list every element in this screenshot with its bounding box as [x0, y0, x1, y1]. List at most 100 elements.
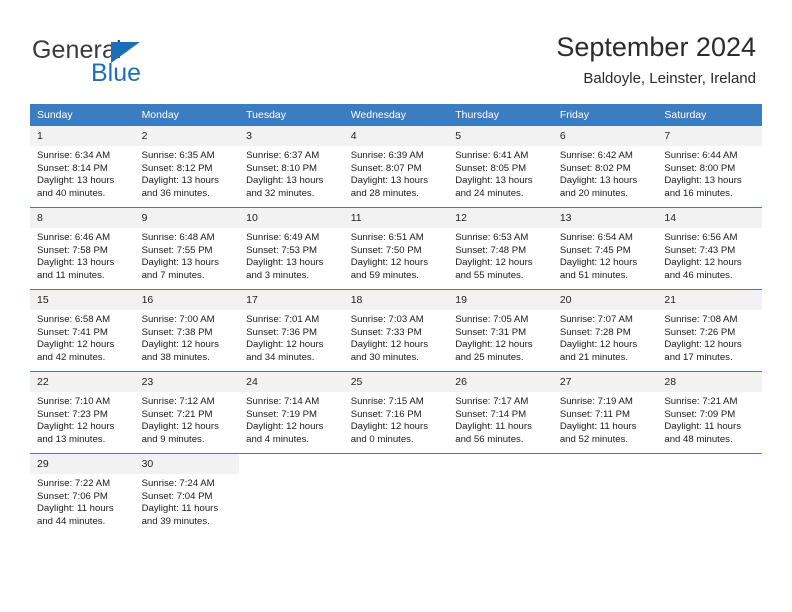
calendar-day-cell[interactable]: 3 Sunrise: 6:37 AM Sunset: 8:10 PM Daylight… [239, 126, 344, 208]
calendar-day-cell[interactable]: 24 Sunrise: 7:14 AM Sunset: 7:19 PM Dayligh… [239, 371, 344, 454]
sunrise-text: Sunrise: 6:37 AM [246, 150, 320, 161]
calendar-header-row: Sunday Monday Tuesday Wednesday Thursday… [30, 104, 762, 126]
calendar-day-cell[interactable]: 8 Sunrise: 6:46 AM Sunset: 7:58 PM Daylight… [30, 207, 135, 290]
sunset-text: Sunset: 7:09 PM [664, 408, 736, 420]
day-number: 21 [657, 290, 762, 310]
daylight-text-line2: and 7 minutes. [141, 269, 205, 281]
sunset-text: Sunset: 8:05 PM [455, 162, 527, 174]
day-number: 27 [552, 372, 658, 392]
daylight-text-line2: and 40 minutes. [37, 187, 106, 199]
day-number: 1 [30, 126, 135, 146]
day-details: Sunrise: 6:39 AM Sunset: 8:07 PM Daylight:… [344, 146, 449, 200]
calendar-day-cell-empty [239, 453, 344, 535]
daylight-text-line1: Daylight: 12 hours [455, 339, 533, 351]
day-number: 9 [134, 208, 240, 228]
day-details: Sunrise: 7:17 AM Sunset: 7:14 PM Daylight:… [448, 392, 553, 446]
calendar-day-cell[interactable]: 7 Sunrise: 6:44 AM Sunset: 8:00 PM Daylight… [657, 126, 762, 208]
day-number [239, 454, 344, 474]
weekday-header-sunday: Sunday [30, 104, 135, 126]
calendar-day-cell[interactable]: 22 Sunrise: 7:10 AM Sunset: 7:23 PM Dayligh… [30, 371, 135, 454]
calendar-day-cell[interactable]: 2 Sunrise: 6:35 AM Sunset: 8:12 PM Daylight… [134, 126, 240, 208]
day-number: 18 [343, 290, 449, 310]
day-details: Sunrise: 7:05 AM Sunset: 7:31 PM Daylight:… [448, 310, 553, 364]
calendar-week-row: 29 Sunrise: 7:22 AM Sunset: 7:06 PM Dayligh… [30, 453, 762, 535]
calendar-day-cell[interactable]: 11 Sunrise: 6:51 AM Sunset: 7:50 PM Dayligh… [343, 207, 449, 290]
calendar-day-cell[interactable]: 23 Sunrise: 7:12 AM Sunset: 7:21 PM Dayligh… [134, 371, 240, 454]
calendar-day-cell[interactable]: 29 Sunrise: 7:22 AM Sunset: 7:06 PM Dayligh… [30, 453, 135, 535]
calendar-day-cell[interactable]: 28 Sunrise: 7:21 AM Sunset: 7:09 PM Dayligh… [657, 371, 762, 454]
day-details: Sunrise: 6:35 AM Sunset: 8:12 PM Daylight:… [135, 146, 240, 200]
day-number: 6 [552, 126, 658, 146]
daylight-text-line2: and 24 minutes. [455, 187, 524, 199]
calendar-week-row: 8 Sunrise: 6:46 AM Sunset: 7:58 PM Daylight… [30, 207, 762, 290]
sunrise-text: Sunrise: 7:17 AM [455, 396, 529, 407]
day-number: 26 [448, 372, 553, 392]
calendar-day-cell[interactable]: 30 Sunrise: 7:24 AM Sunset: 7:04 PM Dayligh… [134, 453, 240, 535]
weekday-header-thursday: Thursday [448, 104, 553, 126]
day-number [343, 454, 449, 474]
daylight-text-line2: and 42 minutes. [37, 351, 106, 363]
calendar-day-cell[interactable]: 18 Sunrise: 7:03 AM Sunset: 7:33 PM Dayligh… [343, 289, 449, 372]
calendar-day-cell[interactable]: 16 Sunrise: 7:00 AM Sunset: 7:38 PM Dayligh… [134, 289, 240, 372]
calendar-day-cell[interactable]: 6 Sunrise: 6:42 AM Sunset: 8:02 PM Daylight… [552, 126, 658, 208]
sunrise-text: Sunrise: 6:34 AM [37, 150, 111, 161]
day-details: Sunrise: 6:44 AM Sunset: 8:00 PM Daylight:… [657, 146, 762, 200]
day-details: Sunrise: 6:58 AM Sunset: 7:41 PM Daylight:… [30, 310, 135, 364]
calendar-day-cell[interactable]: 19 Sunrise: 7:05 AM Sunset: 7:31 PM Dayligh… [448, 289, 553, 372]
daylight-text-line1: Daylight: 12 hours [350, 257, 429, 269]
sunrise-text: Sunrise: 6:48 AM [141, 232, 215, 243]
calendar-day-cell-empty [448, 453, 553, 535]
calendar-day-cell[interactable]: 21 Sunrise: 7:08 AM Sunset: 7:26 PM Dayligh… [657, 289, 762, 372]
daylight-text-line1: Daylight: 12 hours [141, 339, 219, 351]
calendar-day-cell[interactable]: 12 Sunrise: 6:53 AM Sunset: 7:48 PM Dayligh… [448, 207, 553, 290]
calendar-day-cell[interactable]: 1 Sunrise: 6:34 AM Sunset: 8:14 PM Daylight… [30, 126, 135, 208]
sunset-text: Sunset: 7:26 PM [664, 326, 736, 338]
sunrise-text: Sunrise: 7:15 AM [350, 396, 424, 407]
daylight-text-line2: and 59 minutes. [350, 269, 419, 281]
calendar-day-cell[interactable]: 13 Sunrise: 6:54 AM Sunset: 7:45 PM Dayligh… [552, 207, 658, 290]
sunrise-text: Sunrise: 7:21 AM [664, 396, 738, 407]
day-details: Sunrise: 7:12 AM Sunset: 7:21 PM Daylight:… [135, 392, 240, 446]
sunset-text: Sunset: 7:04 PM [141, 490, 213, 502]
logo-text-blue: Blue [91, 59, 142, 87]
daylight-text-line2: and 9 minutes. [141, 433, 205, 445]
sunset-text: Sunset: 7:16 PM [350, 408, 422, 420]
calendar-day-cell[interactable]: 14 Sunrise: 6:56 AM Sunset: 7:43 PM Dayligh… [657, 207, 762, 290]
general-blue-logo[interactable]: General Blue [32, 36, 232, 92]
calendar-day-cell[interactable]: 9 Sunrise: 6:48 AM Sunset: 7:55 PM Daylight… [134, 207, 240, 290]
day-number: 25 [343, 372, 449, 392]
day-number: 19 [448, 290, 553, 310]
day-number: 17 [239, 290, 344, 310]
day-number: 12 [448, 208, 553, 228]
calendar-day-cell[interactable]: 10 Sunrise: 6:49 AM Sunset: 7:53 PM Dayligh… [239, 207, 344, 290]
calendar-day-cell[interactable]: 15 Sunrise: 6:58 AM Sunset: 7:41 PM Dayligh… [30, 289, 135, 372]
calendar-day-cell[interactable]: 26 Sunrise: 7:17 AM Sunset: 7:14 PM Dayligh… [448, 371, 553, 454]
daylight-text-line1: Daylight: 11 hours [559, 421, 637, 433]
calendar-day-cell[interactable]: 20 Sunrise: 7:07 AM Sunset: 7:28 PM Dayligh… [552, 289, 658, 372]
calendar-day-cell[interactable]: 5 Sunrise: 6:41 AM Sunset: 8:05 PM Daylight… [448, 126, 553, 208]
daylight-text-line1: Daylight: 11 hours [141, 503, 219, 515]
sunset-text: Sunset: 7:33 PM [350, 326, 422, 338]
daylight-text-line1: Daylight: 13 hours [246, 175, 324, 187]
sunset-text: Sunset: 7:36 PM [246, 326, 318, 338]
calendar-day-cell[interactable]: 25 Sunrise: 7:15 AM Sunset: 7:16 PM Dayligh… [343, 371, 449, 454]
day-details: Sunrise: 7:03 AM Sunset: 7:33 PM Daylight:… [344, 310, 449, 364]
calendar-day-cell[interactable]: 27 Sunrise: 7:19 AM Sunset: 7:11 PM Dayligh… [552, 371, 658, 454]
calendar-day-cell-empty [343, 453, 449, 535]
day-number: 15 [30, 290, 135, 310]
calendar-day-cell[interactable]: 17 Sunrise: 7:01 AM Sunset: 7:36 PM Dayligh… [239, 289, 344, 372]
day-details: Sunrise: 6:34 AM Sunset: 8:14 PM Daylight:… [30, 146, 135, 200]
daylight-text-line2: and 13 minutes. [37, 433, 106, 445]
daylight-text-line1: Daylight: 13 hours [350, 175, 429, 187]
calendar-day-cell[interactable]: 4 Sunrise: 6:39 AM Sunset: 8:07 PM Daylight… [343, 126, 449, 208]
daylight-text-line1: Daylight: 13 hours [455, 175, 533, 187]
sunset-text: Sunset: 8:10 PM [246, 162, 318, 174]
daylight-text-line1: Daylight: 11 hours [664, 421, 741, 433]
day-number: 28 [657, 372, 762, 392]
day-details [239, 474, 344, 478]
day-number: 30 [134, 454, 240, 474]
daylight-text-line2: and 44 minutes. [37, 515, 106, 527]
day-details [553, 474, 658, 478]
day-details: Sunrise: 6:54 AM Sunset: 7:45 PM Daylight:… [553, 228, 658, 282]
daylight-text-line1: Daylight: 13 hours [37, 175, 115, 187]
